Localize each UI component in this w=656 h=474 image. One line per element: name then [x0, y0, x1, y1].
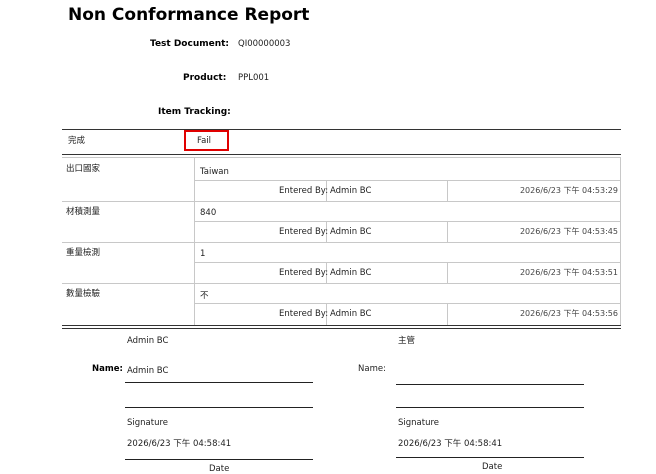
signature-header: 主管	[398, 336, 416, 346]
entered-by-label: Entered By:	[279, 227, 329, 237]
entry-name: 數量檢驗	[66, 289, 101, 299]
item-tracking-label: Item Tracking:	[158, 107, 231, 117]
date-label: Date	[482, 462, 503, 472]
status-label: 完成	[68, 136, 86, 146]
name-label: Name:	[92, 364, 123, 374]
name-line	[125, 382, 313, 383]
entry-name: 重量檢測	[66, 248, 101, 258]
name-label: Name:	[358, 364, 386, 374]
entry-value: Taiwan	[200, 167, 229, 177]
entered-by-value: Admin BC	[330, 186, 372, 196]
signature-date: 2026/6/23 下午 04:58:41	[398, 439, 503, 449]
status-value: Fail	[197, 136, 212, 146]
signature-label: Signature	[127, 418, 169, 428]
signature-line	[125, 407, 313, 408]
entry-timestamp: 2026/6/23 下午 04:53:29	[519, 186, 618, 195]
date-line	[396, 457, 584, 458]
signature-date: 2026/6/23 下午 04:58:41	[127, 439, 232, 449]
entry-timestamp: 2026/6/23 下午 04:53:56	[519, 309, 618, 318]
entry-value: 840	[200, 208, 217, 218]
entered-by-value: Admin BC	[330, 268, 372, 278]
entry-name: 出口國家	[66, 164, 101, 174]
entry-value: 1	[200, 249, 206, 259]
name-value: Admin BC	[127, 366, 169, 376]
signature-label: Signature	[398, 418, 440, 428]
test-document-label: Test Document:	[150, 39, 230, 49]
product-label: Product:	[183, 73, 227, 83]
product-value: PPL001	[238, 73, 270, 83]
entered-by-label: Entered By:	[279, 186, 329, 196]
entered-by-value: Admin BC	[330, 227, 372, 237]
entry-name: 材積測量	[66, 207, 101, 217]
signature-header: Admin BC	[127, 336, 169, 346]
entry-value: 不	[200, 291, 209, 301]
entered-by-label: Entered By:	[279, 309, 329, 319]
entered-by-value: Admin BC	[330, 309, 372, 319]
test-document-value: QI00000003	[238, 39, 291, 49]
name-line	[396, 384, 584, 385]
date-line	[125, 459, 313, 460]
entry-timestamp: 2026/6/23 下午 04:53:45	[519, 227, 618, 236]
entry-timestamp: 2026/6/23 下午 04:53:51	[519, 268, 618, 277]
page-title: Non Conformance Report	[68, 5, 310, 25]
entered-by-label: Entered By:	[279, 268, 329, 278]
signature-line	[396, 407, 584, 408]
